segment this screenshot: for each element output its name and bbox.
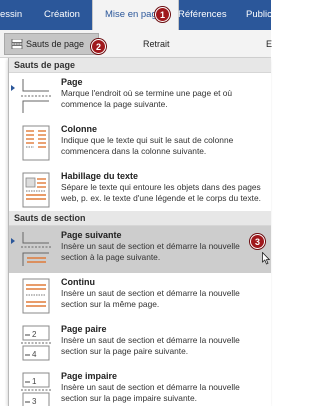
thumb-page-number: 4 (32, 350, 37, 359)
menu-item-desc-line: section à la page suivante. (61, 252, 161, 262)
menu-item-desc-line: Indique que le texte qui suit le saut de… (61, 135, 234, 145)
text-wrapping-break-thumbnail-icon (22, 172, 50, 208)
page-break-icon (11, 39, 23, 49)
ribbon-command-row: Sauts de page Retrait E (0, 30, 273, 58)
menu-item-desc-line: section sur la même page. (61, 299, 160, 309)
tab-creation[interactable]: Création (44, 0, 80, 30)
menu-item-desc-line: Sépare le texte qui entoure les objets d… (61, 182, 261, 192)
menu-item-continu[interactable]: Continu Insère un saut de section et dém… (9, 273, 271, 320)
section-breaks-header: Sauts de section (9, 211, 271, 226)
breaks-button-label: Sauts de page (26, 39, 85, 49)
callout-badge: 1 (155, 7, 170, 22)
even-page-section-thumbnail-icon: 2 4 (21, 325, 51, 361)
menu-item-desc-line: Insère un saut de section et démarre la … (61, 288, 240, 298)
menu-item-title: Page (61, 77, 83, 87)
tab-dessin[interactable]: essin (0, 0, 22, 30)
breaks-button[interactable]: Sauts de page (4, 33, 100, 55)
tab-references[interactable]: Références (178, 0, 227, 30)
breaks-dropdown-menu: Sauts de page Page Marque l'endroit où s… (8, 58, 271, 406)
menu-item-colonne[interactable]: Colonne Indique que le texte qui suit le… (9, 120, 271, 167)
menu-item-page-suivante[interactable]: Page suivante Insère un saut de section … (9, 226, 271, 273)
menu-item-title: Continu (61, 277, 95, 287)
column-break-thumbnail-icon (22, 125, 50, 161)
menu-item-desc-line: commencera dans la colonne suivante. (61, 146, 207, 156)
mouse-pointer-icon (262, 252, 270, 265)
menu-item-page-paire[interactable]: 2 4 Page paire Insère un saut de section… (9, 320, 271, 367)
tab-publipostage[interactable]: Public (246, 0, 272, 30)
menu-item-desc-line: Insère un saut de section et démarre la … (61, 382, 240, 392)
menu-item-desc-line: section sur la page impaire suivante. (61, 393, 197, 403)
callout-badge: 2 (91, 39, 106, 54)
menu-item-title: Page impaire (61, 371, 118, 381)
menu-item-title: Habillage du texte (61, 171, 139, 181)
menu-item-desc-line: Marque l'endroit où se termine une page … (61, 88, 233, 98)
menu-item-habillage-du-texte[interactable]: Habillage du texte Sépare le texte qui e… (9, 167, 271, 211)
thumb-page-number: 2 (32, 330, 37, 339)
indent-label: Retrait (143, 39, 170, 49)
selection-marker-icon (11, 238, 15, 244)
odd-page-section-thumbnail-icon: 1 3 (21, 372, 51, 406)
ribbon-tab-bar: essin Création Mise en page Références P… (0, 0, 272, 32)
thumb-page-number: 3 (32, 397, 37, 406)
next-page-section-thumbnail-icon (21, 232, 51, 266)
menu-item-desc-line: Insère un saut de section et démarre la … (61, 241, 240, 251)
menu-item-title: Page paire (61, 324, 107, 334)
thumb-page-number: 1 (32, 377, 37, 386)
menu-item-title: Colonne (61, 124, 97, 134)
page-break-thumbnail-icon (21, 79, 51, 113)
menu-item-desc-line: Insère un saut de section et démarre la … (61, 335, 240, 345)
menu-item-desc-line: section sur la page paire suivante. (61, 346, 189, 356)
menu-item-desc-line: web, p. ex. le texte d'une légende et le… (61, 193, 261, 203)
menu-item-page[interactable]: Page Marque l'endroit où se termine une … (9, 73, 271, 120)
menu-item-desc-line: commence la page suivante. (61, 99, 168, 109)
menu-item-title: Page suivante (61, 230, 122, 240)
spacing-label: E (266, 39, 273, 49)
selection-marker-icon (11, 85, 15, 91)
continuous-section-thumbnail-icon (22, 278, 50, 314)
callout-badge: 3 (250, 234, 265, 249)
page-breaks-header: Sauts de page (9, 58, 271, 73)
menu-item-page-impaire[interactable]: 1 3 Page impaire Insère un saut de secti… (9, 367, 271, 406)
